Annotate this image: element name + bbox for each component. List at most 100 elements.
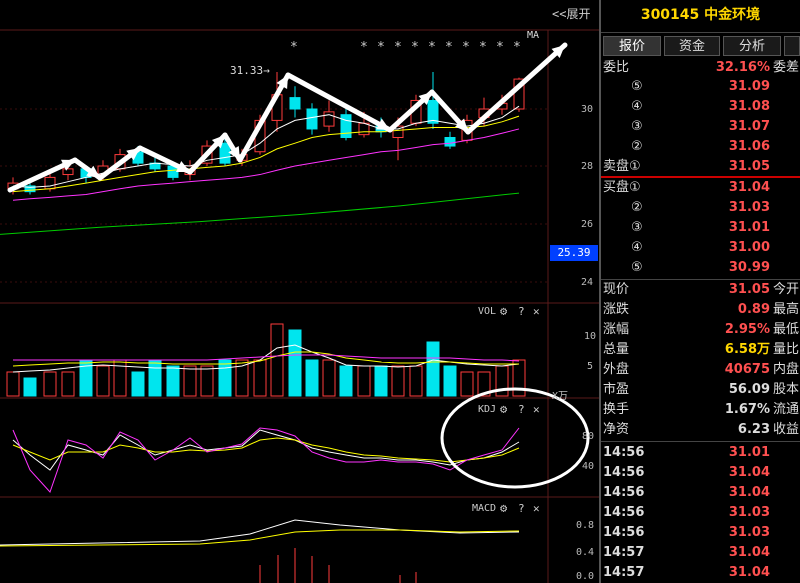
signal-star: * <box>394 40 402 55</box>
stat-value: 2.95% <box>724 322 770 337</box>
signal-star: * <box>513 40 521 55</box>
price-axis-26: 26 <box>581 219 594 230</box>
stat-row: 净资 6.23收益(一 <box>601 420 800 440</box>
stat-value: 1.67% <box>724 402 770 417</box>
tab-analysis[interactable]: 分析 <box>723 36 781 56</box>
kdj-close-icon[interactable]: ✕ <box>533 403 540 416</box>
tick-price: 31.04 <box>728 545 770 560</box>
volume-bar <box>357 365 371 397</box>
kdj-axis-80: 80 <box>582 431 595 442</box>
volume-bar <box>426 341 440 397</box>
tab-quote[interactable]: 报价 <box>603 36 661 56</box>
volume-bar <box>61 371 75 397</box>
weibi-label: 委比 <box>603 60 630 75</box>
volume-bar <box>43 371 57 397</box>
tick-time: 14:56 <box>603 485 645 500</box>
vol-unit-label: X万 <box>552 391 569 402</box>
weibi-value: 32.16% <box>715 60 770 75</box>
stat-row: 外盘 40675 内盘 <box>601 360 800 380</box>
candle-body <box>427 99 439 124</box>
tick-time: 14:56 <box>603 445 645 460</box>
signal-star: * <box>411 40 419 55</box>
tick-price: 31.04 <box>728 485 770 500</box>
vol-close-icon[interactable]: ✕ <box>533 305 540 318</box>
buy-level-index: ④ <box>631 240 643 255</box>
volume-bar <box>23 377 37 397</box>
volume-bar <box>374 365 388 397</box>
stat-value: 6.23 <box>737 422 770 437</box>
volume-bar <box>96 365 110 397</box>
volume-bar <box>322 359 336 397</box>
tick-time: 14:56 <box>603 505 645 520</box>
kdj-help-icon[interactable]: ? <box>518 403 525 416</box>
trend-arrow-segment <box>285 72 393 133</box>
candle-body <box>323 111 335 127</box>
buy-level-price: 31.03 <box>728 200 770 215</box>
price-axis-28: 28 <box>581 161 594 172</box>
tick-row: 14:57 31.04 <box>601 563 800 583</box>
kdj-gear-icon[interactable]: ⚙ <box>500 402 507 416</box>
tick-row: 14:56 31.01 <box>601 443 800 463</box>
tick-time: 14:57 <box>603 565 645 580</box>
stat-row: 现价 31.05 今开 <box>601 280 800 300</box>
stat-label: 外盘 <box>603 362 630 377</box>
tick-time: 14:57 <box>603 545 645 560</box>
macd-axis-04: 0.4 <box>576 547 595 558</box>
price-axis-30: 30 <box>581 104 594 115</box>
tab-more[interactable] <box>784 36 800 56</box>
sell-level-index: ③ <box>631 119 643 134</box>
ma-label: MA <box>527 30 540 41</box>
stat-label-2: 流通 <box>773 402 800 417</box>
sell-level-price: 31.06 <box>728 139 770 154</box>
sell-level-price: 31.07 <box>728 119 770 134</box>
stat-row: 市盈 56.09 股本 <box>601 380 800 400</box>
tick-time: 14:56 <box>603 465 645 480</box>
stat-label-2: 内盘 <box>773 362 800 377</box>
signal-star: * <box>428 40 436 55</box>
tick-row: 14:57 31.04 <box>601 543 800 563</box>
tick-price: 31.04 <box>728 565 770 580</box>
price-axis-24: 24 <box>581 277 594 288</box>
vol-help-icon[interactable]: ? <box>518 305 525 318</box>
kline-chart[interactable] <box>0 0 601 583</box>
stat-label: 总量 <box>603 342 630 357</box>
macd-close-icon[interactable]: ✕ <box>533 502 540 515</box>
sell-level-row: ⑤ 31.09 <box>601 77 800 97</box>
macd-gear-icon[interactable]: ⚙ <box>500 501 507 515</box>
buy-level-row: ④ 31.00 <box>601 238 800 258</box>
stat-row: 总量 6.58万 量比 <box>601 340 800 360</box>
macd-dif-line <box>0 519 520 546</box>
macd-panel-title: MACD <box>472 503 497 514</box>
macd-help-icon[interactable]: ? <box>518 502 525 515</box>
tick-price: 31.03 <box>728 525 770 540</box>
buy-level-row: ③ 31.01 <box>601 218 800 238</box>
ma10-line <box>12 115 520 193</box>
ma60-line <box>0 192 520 235</box>
candle-body <box>340 114 352 138</box>
sell-level-row: ④ 31.08 <box>601 97 800 117</box>
candle-body <box>306 108 318 130</box>
buy-level-index: ② <box>631 200 643 215</box>
buy-level-price: 31.00 <box>728 240 770 255</box>
expand-button[interactable]: <<展开 <box>552 5 590 22</box>
high-price-label: 31.33→ <box>230 64 270 77</box>
tab-funds[interactable]: 资金 <box>664 36 720 56</box>
tick-row: 14:56 31.04 <box>601 463 800 483</box>
quote-tabs: 报价 资金 分析 <box>601 36 800 56</box>
ma20-line <box>12 128 520 201</box>
candle-body <box>44 176 56 190</box>
buy-level-price: 31.01 <box>728 220 770 235</box>
stat-value: 31.05 <box>728 282 770 297</box>
signal-star: * <box>479 40 487 55</box>
volume-bar <box>183 365 197 397</box>
trend-arrow-segment <box>465 42 568 135</box>
buy-level-index: 买盘① <box>603 180 641 195</box>
stat-label-2: 最高 <box>773 302 800 317</box>
candle-body <box>444 137 456 147</box>
stat-label-2: 今开 <box>773 282 800 297</box>
candle-body <box>358 122 370 136</box>
buy-level-row: ⑤ 30.99 <box>601 258 800 278</box>
vol-gear-icon[interactable]: ⚙ <box>500 304 507 318</box>
stat-label-2: 股本 <box>773 382 800 397</box>
quote-panel: 300145 中金环境 报价 资金 分析 委比 32.16% 委差 ⑤ 31.09… <box>601 0 800 583</box>
